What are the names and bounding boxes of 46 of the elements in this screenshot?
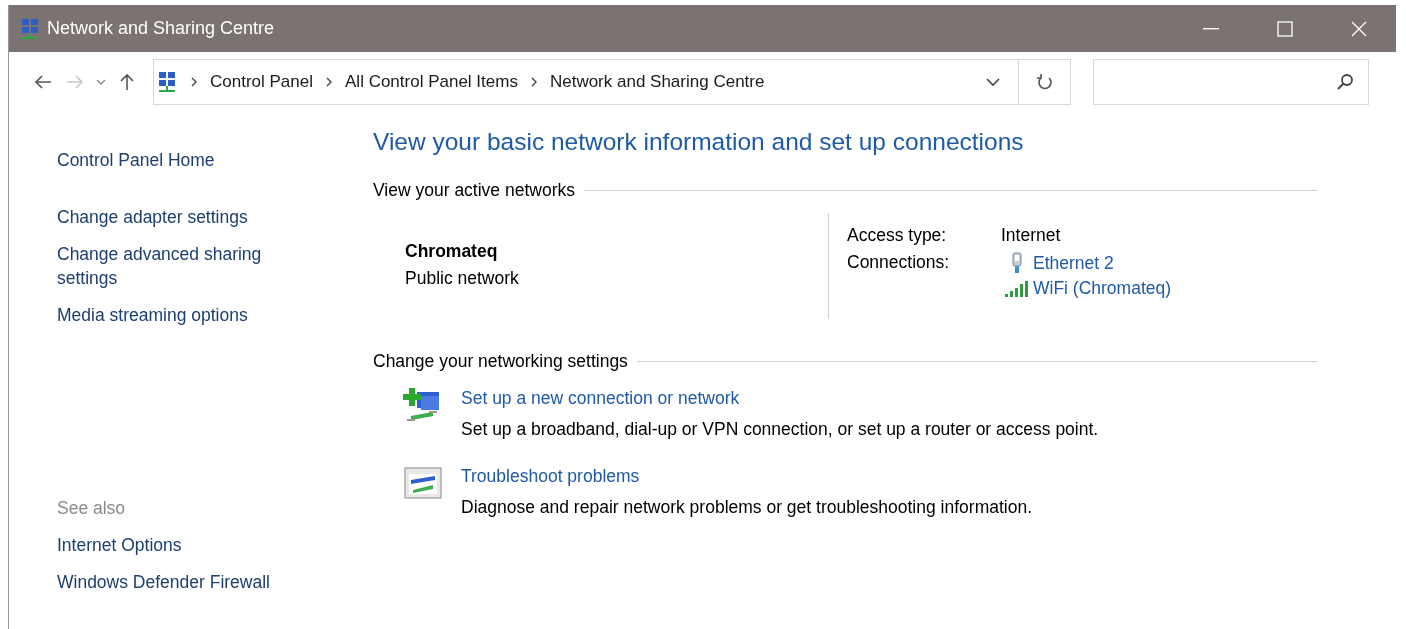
close-icon: [1351, 20, 1367, 37]
page-heading: View your basic network information and set up connections: [373, 128, 1025, 156]
access-type-value: Internet: [1001, 225, 1062, 246]
up-arrow-icon: [118, 73, 136, 91]
connection-link[interactable]: WiFi (Chromateq): [1033, 278, 1172, 299]
task-description: Set up a broadband, dial-up or VPN connection, or set up a router or access point.: [461, 419, 1099, 440]
task-link[interactable]: Troubleshoot problems: [461, 466, 1032, 487]
sidebar-link[interactable]: Internet Options: [57, 533, 297, 557]
search-field[interactable]: [1093, 59, 1369, 105]
ethernet-plug-icon: [1011, 252, 1023, 274]
signal-bars-icon: [1004, 279, 1030, 298]
sidebar-link[interactable]: Windows Defender Firewall: [57, 570, 297, 594]
caret-icon: [986, 77, 1000, 87]
breadcrumb[interactable]: Control Panel: [210, 72, 313, 92]
network-category: Public network: [405, 268, 520, 289]
connections-label: Connections:: [847, 252, 951, 274]
see-also-label: See also: [57, 498, 127, 519]
sidebar-link[interactable]: Change advanced sharing settings: [57, 242, 297, 290]
refresh-icon: [1035, 72, 1054, 92]
connection-link[interactable]: Ethernet 2: [1033, 252, 1114, 274]
forward-arrow-icon: [66, 73, 84, 91]
address-bar[interactable]: Control Panel All Control Panel Items Network and Sharing Centre: [153, 59, 1019, 105]
breadcrumb[interactable]: All Control Panel Items: [345, 72, 518, 92]
network-icon: [158, 71, 178, 93]
sidebar-link[interactable]: Control Panel Home: [57, 148, 297, 172]
task-description: Diagnose and repair network problems or get troubleshooting information.: [461, 497, 1032, 518]
caret-icon: [96, 78, 106, 86]
breadcrumb[interactable]: Network and Sharing Centre: [549, 72, 765, 92]
chevron-icon: [190, 76, 198, 88]
maximize-icon: [1277, 20, 1293, 37]
network-icon: [21, 17, 39, 40]
chevron-icon: [325, 76, 333, 88]
sidebar-link[interactable]: Change adapter settings: [57, 205, 297, 229]
task-link[interactable]: Set up a new connection or network: [461, 388, 1099, 409]
section-title: Change your networking settings: [373, 351, 628, 372]
sidebar-link[interactable]: Media streaming options: [57, 303, 297, 327]
back-arrow-icon: [34, 73, 52, 91]
minimize-icon: [1203, 27, 1219, 30]
section-title: View your active networks: [373, 180, 575, 201]
chevron-icon: [529, 76, 538, 88]
access-type-label: Access type:: [847, 225, 948, 246]
search-icon: [1336, 73, 1354, 91]
window-title: Network and Sharing Centre: [47, 18, 276, 39]
refresh-button[interactable]: [1019, 59, 1071, 105]
network-name: Chromateq: [405, 241, 499, 262]
troubleshoot-icon: [403, 466, 443, 500]
